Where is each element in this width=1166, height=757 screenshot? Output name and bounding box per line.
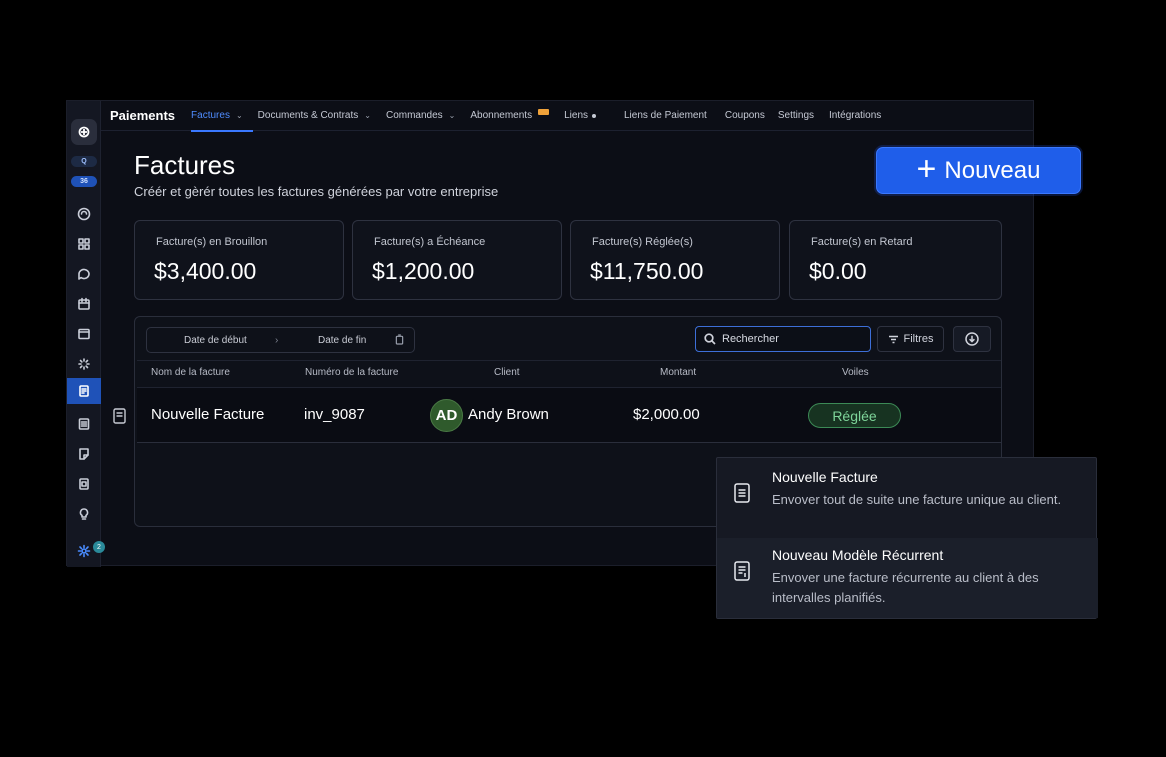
menu-item-new-invoice[interactable]: Nouvelle Facture Envover tout de suite u… xyxy=(717,458,1098,538)
filters-button[interactable]: Filtres xyxy=(877,326,944,352)
col-header-status[interactable]: Voiles xyxy=(842,367,869,378)
tab-documents-contrats[interactable]: Documents & Contrats ⌄ xyxy=(258,101,371,131)
notification-pill[interactable]: 36 xyxy=(71,176,97,187)
page-subtitle: Créér et gèrér toutes les factures génér… xyxy=(134,184,499,199)
page-title: Factures xyxy=(134,150,236,180)
workflow-icon[interactable] xyxy=(67,351,101,377)
start-date-field[interactable]: Date de début xyxy=(184,335,247,346)
tab-liens[interactable]: Liens xyxy=(564,101,596,131)
stat-value: $3,400.00 xyxy=(154,258,257,284)
download-icon xyxy=(965,332,979,346)
stat-label: Facture(s) a Échéance xyxy=(374,236,486,248)
chevron-down-icon: ⌄ xyxy=(364,111,371,120)
calendar-clear-icon[interactable] xyxy=(395,334,404,348)
menu-item-recurring-template[interactable]: Nouveau Modèle Récurrent Envover une fac… xyxy=(717,538,1098,618)
stat-card-draft[interactable]: Facture(s) en Brouillon $3,400.00 xyxy=(134,220,344,300)
sites-icon[interactable] xyxy=(67,441,101,467)
menu-item-description: Envover une facture récurrente au client… xyxy=(772,570,1039,605)
list-icon[interactable] xyxy=(67,411,101,437)
dashboard-icon[interactable] xyxy=(67,201,101,227)
tab-label: Abonnements xyxy=(470,110,533,121)
tab-label: Intégrations xyxy=(829,110,882,121)
new-tag-icon xyxy=(538,108,550,115)
stat-card-due[interactable]: Facture(s) a Échéance $1,200.00 xyxy=(352,220,562,300)
chevron-down-icon: ⌄ xyxy=(235,111,243,120)
tab-label: Commandes xyxy=(385,110,443,121)
cell-amount: $2,000.00 xyxy=(633,406,700,423)
cell-invoice-name[interactable]: Nouvelle Facture xyxy=(151,406,264,423)
tab-factures[interactable]: Factures ⌄ xyxy=(191,101,253,132)
memberships-icon[interactable] xyxy=(67,471,101,497)
col-header-name[interactable]: Nom de la facture xyxy=(151,367,230,378)
location-pill[interactable]: Q xyxy=(71,156,97,167)
screen-frame: Q 36 2 Paiements Factures ⌄ Documents & … xyxy=(0,0,1166,757)
stat-value: $11,750.00 xyxy=(590,258,704,284)
date-range-picker[interactable]: Date de début › Date de fin xyxy=(146,327,415,353)
col-header-number[interactable]: Numéro de la facture xyxy=(305,367,398,378)
ideas-icon[interactable] xyxy=(67,501,101,527)
recurring-document-icon xyxy=(733,560,751,582)
tab-label: Liens de Paiement xyxy=(624,110,707,121)
icon-rail: Q 36 2 xyxy=(67,101,105,567)
top-nav: Paiements Factures ⌄ Documents & Contrats… xyxy=(101,101,1033,132)
invoice-doc-icon[interactable] xyxy=(113,408,126,424)
stat-card-overdue[interactable]: Facture(s) en Retard $0.00 xyxy=(789,220,1002,300)
tab-label: Factures xyxy=(191,110,230,121)
document-icon xyxy=(733,482,751,504)
tab-coupons[interactable]: Coupons xyxy=(725,101,765,131)
stat-label: Facture(s) en Brouillon xyxy=(156,236,268,248)
search-icon xyxy=(704,333,716,345)
brand-title: Paiements xyxy=(110,108,176,123)
tab-liens-de-paiement[interactable]: Liens de Paiement xyxy=(624,101,707,131)
chat-icon[interactable] xyxy=(67,261,101,287)
cell-invoice-number: inv_9087 xyxy=(304,406,365,423)
tab-abonnements[interactable]: Abonnements xyxy=(470,101,550,131)
tab-label: Settings xyxy=(777,110,815,121)
filter-icon xyxy=(888,335,898,343)
plus-icon: + xyxy=(916,149,937,188)
menu-item-title: Nouveau Modèle Récurrent xyxy=(772,547,944,563)
stat-card-paid[interactable]: Facture(s) Réglée(s) $11,750.00 xyxy=(570,220,780,300)
tab-label: Coupons xyxy=(724,110,765,121)
menu-item-title: Nouvelle Facture xyxy=(772,469,878,485)
settings-badge: 2 xyxy=(93,541,105,553)
status-badge: Réglée xyxy=(808,403,901,428)
new-dropdown-menu: Nouvelle Facture Envover tout de suite u… xyxy=(716,457,1098,619)
dot-indicator-icon xyxy=(592,113,596,118)
tab-label: Documents & Contrats xyxy=(257,110,359,121)
divider xyxy=(137,360,1001,361)
calendar-icon[interactable] xyxy=(67,291,101,317)
search-input[interactable]: Rechercher xyxy=(695,326,871,352)
grid-icon[interactable] xyxy=(67,231,101,257)
tab-label: Liens xyxy=(564,110,588,121)
tab-commandes[interactable]: Commandes ⌄ xyxy=(386,101,455,131)
avatar: AD xyxy=(430,399,463,432)
payments-icon[interactable] xyxy=(67,378,101,404)
col-header-client[interactable]: Client xyxy=(494,367,520,378)
col-header-amount[interactable]: Montant xyxy=(660,367,696,378)
download-button[interactable] xyxy=(953,326,991,352)
contacts-icon[interactable] xyxy=(67,321,101,347)
cell-client: Andy Brown xyxy=(468,406,549,423)
stat-value: $1,200.00 xyxy=(372,258,475,284)
menu-item-description: Envover tout de suite une facture unique… xyxy=(772,492,1062,507)
filters-label: Filtres xyxy=(903,333,934,345)
stat-value: $0.00 xyxy=(809,258,867,284)
tab-settings[interactable]: Settings xyxy=(778,101,814,131)
stat-label: Facture(s) en Retard xyxy=(811,236,913,248)
end-date-field[interactable]: Date de fin xyxy=(318,335,366,346)
new-invoice-button[interactable]: + Nouveau xyxy=(876,147,1081,194)
new-button-label: Nouveau xyxy=(944,156,1041,184)
app-logo-icon[interactable] xyxy=(71,119,97,145)
chevron-down-icon: ⌄ xyxy=(448,111,456,120)
stat-label: Facture(s) Réglée(s) xyxy=(592,236,693,248)
search-value: Rechercher xyxy=(722,333,779,345)
tab-integrations[interactable]: Intégrations xyxy=(829,101,881,131)
chevron-right-icon: › xyxy=(275,335,279,346)
